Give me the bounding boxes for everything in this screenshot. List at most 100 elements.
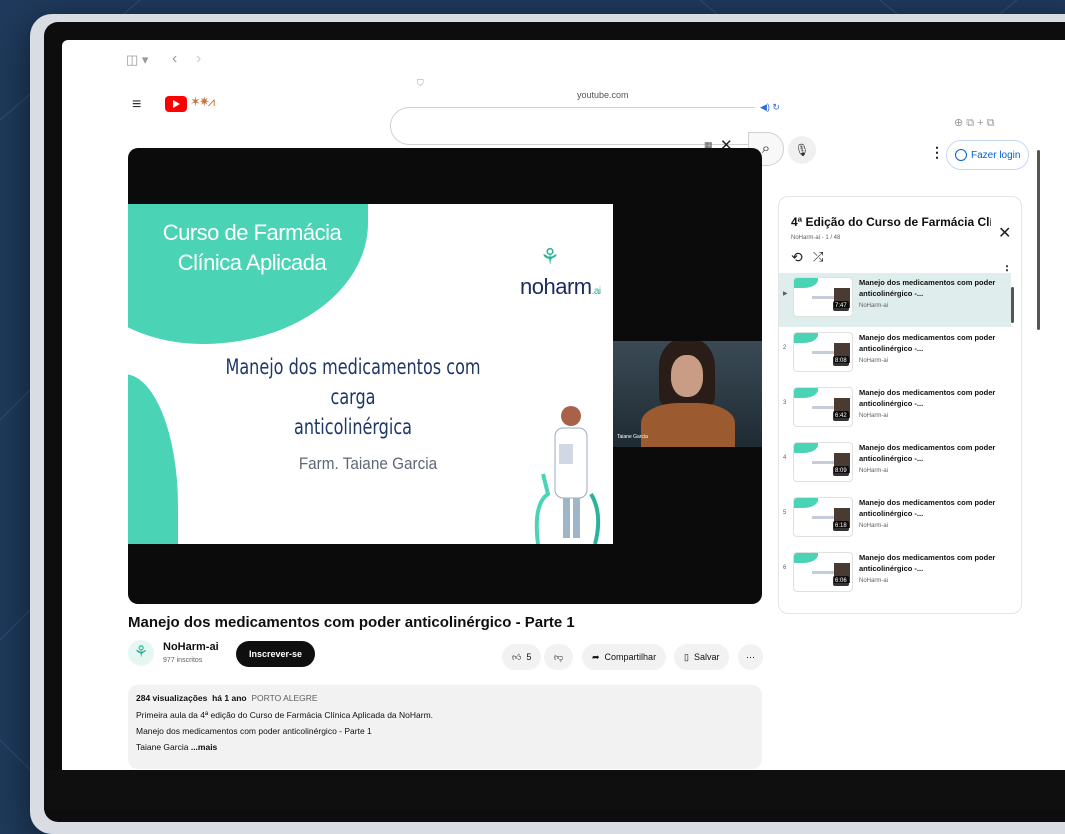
save-button[interactable]: ▯ Salvar [674, 644, 730, 670]
like-button[interactable]: 👍︎ 5 [502, 644, 542, 670]
playlist-item-duration: 7:47 [833, 301, 849, 311]
thumbnail-decoration [794, 333, 818, 343]
browser-toolbar-icons[interactable]: ⊕ ⧉ + ⧉ [954, 116, 995, 130]
like-count: 5 [526, 652, 532, 662]
playlist-item[interactable]: 2 8:08 Manejo dos medicamentos com poder a… [779, 328, 1011, 382]
thumbnail-decoration [794, 498, 818, 508]
description-box[interactable]: 284 visualizações há 1 ano PORTO ALEGRE … [128, 685, 762, 769]
thumbnail-decoration [812, 461, 834, 464]
audio-playing-icon[interactable]: ◀) ↻ [760, 102, 780, 113]
thumbnail-decoration [794, 388, 818, 398]
playlist-scrollbar[interactable] [1011, 287, 1014, 323]
playlist-item-channel: NoHarm-ai [859, 413, 889, 419]
playlist-item[interactable]: 3 6:42 Manejo dos medicamentos com poder a… [779, 383, 1011, 437]
playlist-item-title[interactable]: Manejo dos medicamentos com poder antico… [859, 277, 999, 299]
page-scrollbar[interactable] [1037, 150, 1040, 330]
browser-window: ◫ ▾ ‹ › ⛉ youtube.com ◀) ↻ ⊕ ⧉ + ⧉ ≡ ✶✷⩘… [62, 40, 1065, 780]
playlist-item-duration: 6:42 [833, 411, 849, 421]
search-input[interactable] [390, 107, 755, 145]
playlist-item-index: 3 [783, 400, 787, 406]
webcam-overlay: Taiane Garcia [613, 341, 762, 447]
thumbnail-decoration [812, 296, 834, 299]
channel-avatar[interactable]: ⚘ [128, 640, 154, 666]
forward-arrow-icon[interactable]: › [196, 50, 201, 68]
shuffle-icon[interactable]: ⤮ [813, 249, 823, 265]
description-line: Manejo dos medicamentos com poder antico… [136, 726, 372, 736]
playlist-item-duration: 8:08 [833, 356, 849, 366]
close-icon[interactable]: ✕ [998, 223, 1011, 243]
loop-icon[interactable]: ⟲ [791, 249, 803, 266]
playlist-item-thumbnail[interactable] [793, 442, 853, 482]
playlist-item[interactable]: 6 6:06 Manejo dos medicamentos com poder a… [779, 548, 1011, 602]
channel-name[interactable]: NoHarm-ai [163, 641, 219, 653]
share-label: Compartilhar [604, 652, 657, 662]
address-bar-url[interactable]: youtube.com [577, 90, 629, 100]
playlist-item-channel: NoHarm-ai [859, 468, 889, 474]
playlist-item-title[interactable]: Manejo dos medicamentos com poder antico… [859, 442, 999, 464]
thumbs-down-icon: 👎︎ [554, 651, 564, 662]
playlist-item-index: 4 [783, 455, 787, 461]
playlist-item[interactable]: 4 8:09 Manejo dos medicamentos com poder a… [779, 438, 1011, 492]
playlist-item-channel: NoHarm-ai [859, 578, 889, 584]
slide-course-title-line2: Clínica Aplicada [177, 250, 327, 275]
description-meta: 284 visualizações há 1 ano PORTO ALEGRE [136, 693, 318, 703]
microphone-icon: 🎙 [794, 143, 810, 157]
share-button[interactable]: ➦ Compartilhar [582, 644, 667, 670]
playlist-item-thumbnail[interactable] [793, 497, 853, 537]
thumbnail-decoration [812, 406, 834, 409]
playlist-item-duration: 8:09 [833, 466, 849, 476]
slide-heading: Manejo dos medicamentos com carga antico… [221, 352, 485, 442]
playlist-item-title[interactable]: Manejo dos medicamentos com poder antico… [859, 332, 999, 354]
sidebar-toggle-icon[interactable]: ◫ ▾ [126, 52, 148, 68]
playlist-item-duration: 6:18 [833, 521, 849, 531]
playlist-item[interactable]: ▶ 7:47 Manejo dos medicamentos com poder a… [779, 273, 1011, 327]
presenter-face [671, 355, 703, 397]
more-horizontal-icon: ⋯ [746, 651, 755, 662]
thumbnail-decoration [812, 571, 834, 574]
playlist-item-title[interactable]: Manejo dos medicamentos com poder antico… [859, 497, 999, 519]
noharm-logo-text: noharm [520, 274, 592, 299]
sign-in-label: Fazer login [971, 149, 1021, 161]
bookmark-icon: ▯ [684, 651, 689, 662]
playlist-item-index: 6 [783, 565, 787, 571]
thumbnail-decoration [812, 516, 834, 519]
youtube-doodle-logo[interactable]: ✶✷⩘ [190, 94, 215, 110]
thumbnail-decoration [794, 443, 818, 453]
more-actions-button[interactable]: ⋯ [738, 644, 763, 670]
webcam-name-label: Taiane Garcia [617, 434, 648, 440]
video-title: Manejo dos medicamentos com poder antico… [128, 614, 575, 631]
playlist-item-channel: NoHarm-ai [859, 523, 889, 529]
playlist-item-thumbnail[interactable] [793, 552, 853, 592]
playlist-title[interactable]: 4ª Edição do Curso de Farmácia Clínica [791, 215, 991, 229]
thumbnail-decoration [794, 278, 818, 288]
playlist-item-thumbnail[interactable] [793, 332, 853, 372]
slide-decoration [128, 374, 178, 544]
slide-heading-line2: anticolinérgica [293, 415, 413, 439]
search-icon: ⌕ [761, 140, 771, 157]
slide-author: Farm. Taiane Garcia [298, 454, 438, 473]
playlist-item-title[interactable]: Manejo dos medicamentos com poder antico… [859, 387, 999, 409]
thumbnail-decoration [794, 553, 818, 563]
playlist-item-index: ▶ [783, 291, 788, 297]
playlist-item-title[interactable]: Manejo dos medicamentos com poder antico… [859, 552, 999, 574]
menu-icon[interactable]: ≡ [132, 96, 141, 114]
playlist-item[interactable]: 5 6:18 Manejo dos medicamentos com poder a… [779, 493, 1011, 547]
location-tag[interactable]: PORTO ALEGRE [251, 693, 317, 703]
description-author: Taiane Garcia [136, 742, 189, 752]
playlist-item-duration: 6:06 [833, 576, 849, 586]
presentation-slide: Curso de Farmácia Clínica Aplicada ⚘ noh… [128, 204, 613, 544]
description-line: Primeira aula da 4ª edição do Curso de F… [136, 710, 434, 720]
playlist-item-thumbnail[interactable] [793, 277, 853, 317]
playlist-item-thumbnail[interactable] [793, 387, 853, 427]
subscribe-button[interactable]: Inscrever-se [236, 641, 316, 667]
voice-search-button[interactable]: 🎙 [788, 136, 816, 164]
video-player[interactable]: Curso de Farmácia Clínica Aplicada ⚘ noh… [128, 148, 762, 604]
settings-more-icon[interactable]: ⋮ [930, 144, 944, 161]
sign-in-button[interactable]: Fazer login [946, 140, 1030, 170]
back-arrow-icon[interactable]: ‹ [172, 50, 177, 68]
youtube-logo-icon[interactable] [165, 96, 187, 112]
show-more-link[interactable]: ...mais [191, 742, 217, 752]
subscriber-count: 977 inscritos [163, 657, 203, 664]
slide-course-title: Curso de Farmácia Clínica Aplicada [142, 218, 362, 278]
dislike-button[interactable]: 👎︎ [544, 644, 574, 670]
